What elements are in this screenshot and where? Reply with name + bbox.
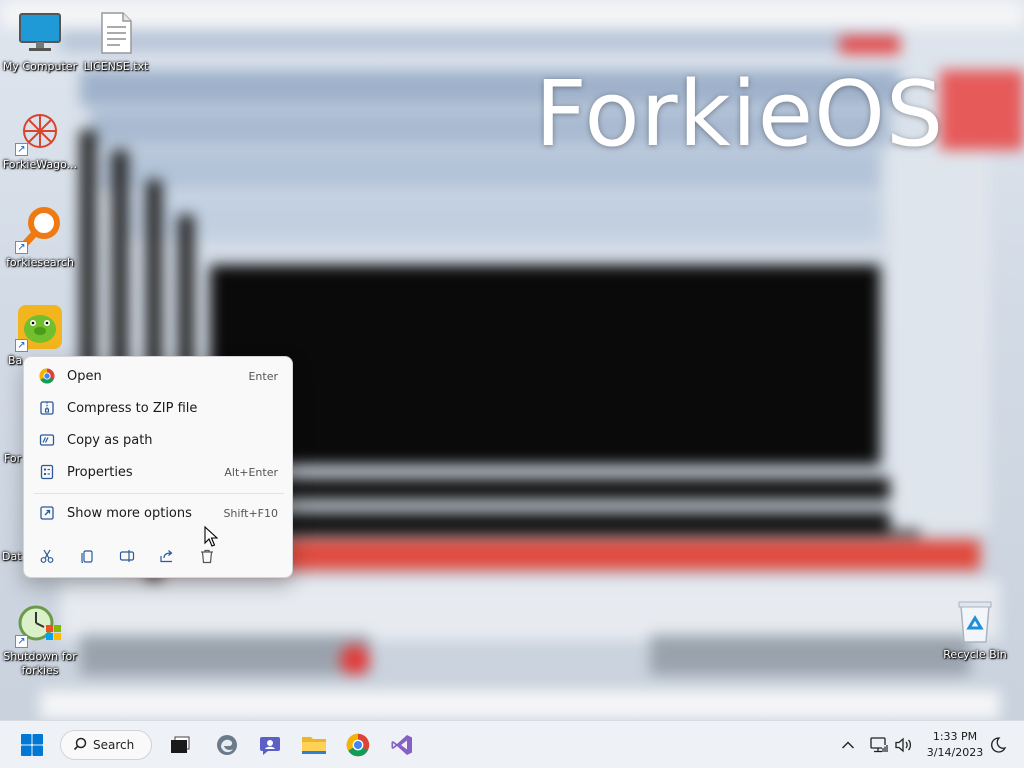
desktop-icon-license-txt[interactable]: LICENSE.txt	[76, 8, 156, 74]
desktop-icon-my-computer[interactable]: My Computer	[0, 8, 80, 74]
desktop-icon-recycle-bin[interactable]: Recycle Bin	[935, 596, 1015, 662]
chrome-icon[interactable]	[342, 729, 374, 761]
monitor-icon	[15, 8, 65, 58]
icon-label: My Computer	[2, 60, 78, 73]
mouse-cursor-icon	[204, 525, 219, 551]
icon-label: LICENSE.txt	[83, 60, 149, 73]
more-options-icon	[38, 504, 56, 522]
icon-label: For	[4, 452, 22, 465]
icon-label: Dat	[2, 550, 22, 563]
share-icon[interactable]	[156, 545, 178, 567]
properties-icon	[38, 463, 56, 481]
shortcut-arrow-icon: ↗	[15, 143, 28, 156]
menu-separator	[34, 493, 284, 494]
shutdown-clock-icon: ↗	[15, 598, 65, 648]
menu-item-label: Compress to ZIP file	[67, 400, 198, 416]
icon-label: Recycle Bin	[943, 648, 1007, 661]
clock-time: 1:33 PM	[932, 730, 978, 743]
notification-icon[interactable]	[986, 729, 1010, 761]
network-icon[interactable]	[866, 729, 892, 761]
menu-item-label: Show more options	[67, 505, 192, 521]
cut-icon[interactable]	[36, 545, 58, 567]
menu-item-properties[interactable]: Properties Alt+Enter	[30, 457, 288, 487]
text-file-icon	[91, 8, 141, 58]
taskbar: Search 1:33 PM 3/14/2023	[0, 720, 1024, 768]
forkiewagon-icon: ↗	[15, 106, 65, 156]
copy-icon[interactable]	[76, 545, 98, 567]
task-view-icon[interactable]	[164, 729, 196, 761]
taskbar-search-box[interactable]: Search	[60, 730, 152, 760]
shortcut-arrow-icon: ↗	[15, 635, 28, 648]
zip-icon	[38, 399, 56, 417]
menu-item-copy-as-path[interactable]: Copy as path	[30, 425, 288, 455]
shortcut-arrow-icon: ↗	[15, 241, 28, 254]
icon-label: ForkieWago...	[2, 158, 78, 171]
recycle-bin-icon	[950, 596, 1000, 646]
edge-icon[interactable]	[211, 729, 243, 761]
search-icon	[73, 737, 87, 754]
volume-icon[interactable]	[892, 729, 916, 761]
taskbar-clock[interactable]: 1:33 PM 3/14/2023	[920, 729, 990, 761]
start-icon[interactable]	[16, 729, 48, 761]
menu-item-open[interactable]: Open Enter	[30, 361, 288, 391]
pig-game-icon: ↗	[15, 302, 65, 352]
icon-label: forkiesearch	[6, 256, 74, 269]
menu-item-shortcut: Shift+F10	[223, 506, 278, 520]
menu-item-compress-zip[interactable]: Compress to ZIP file	[30, 393, 288, 423]
menu-item-shortcut: Enter	[248, 369, 278, 383]
magnifier-icon: ↗	[15, 204, 65, 254]
wallpaper-title: ForkieOS	[535, 62, 945, 167]
menu-item-show-more-options[interactable]: Show more options Shift+F10	[30, 498, 288, 528]
chevron-up-icon[interactable]	[836, 729, 860, 761]
file-explorer-icon[interactable]	[298, 729, 330, 761]
search-label: Search	[93, 738, 135, 752]
menu-item-label: Properties	[67, 464, 133, 480]
desktop-icon-forkiesearch[interactable]: ↗ forkiesearch	[0, 204, 80, 270]
clock-date: 3/14/2023	[926, 746, 984, 759]
desktop-icon-shutdown[interactable]: ↗ Shutdown for forkies	[0, 598, 80, 678]
file-context-menu: Open Enter Compress to ZIP file Copy as …	[23, 356, 293, 578]
desktop-icon-forkiewagon[interactable]: ↗ ForkieWago...	[0, 106, 80, 172]
icon-label: Ba	[8, 354, 23, 367]
icon-label: Shutdown for forkies	[3, 650, 77, 677]
chrome-icon	[38, 367, 56, 385]
shortcut-arrow-icon: ↗	[15, 339, 28, 352]
visual-studio-icon[interactable]	[386, 729, 418, 761]
chat-icon[interactable]	[254, 729, 286, 761]
menu-item-label: Open	[67, 368, 102, 384]
copy-path-icon	[38, 431, 56, 449]
menu-item-shortcut: Alt+Enter	[224, 465, 278, 479]
menu-item-label: Copy as path	[67, 432, 153, 448]
rename-icon[interactable]	[116, 545, 138, 567]
